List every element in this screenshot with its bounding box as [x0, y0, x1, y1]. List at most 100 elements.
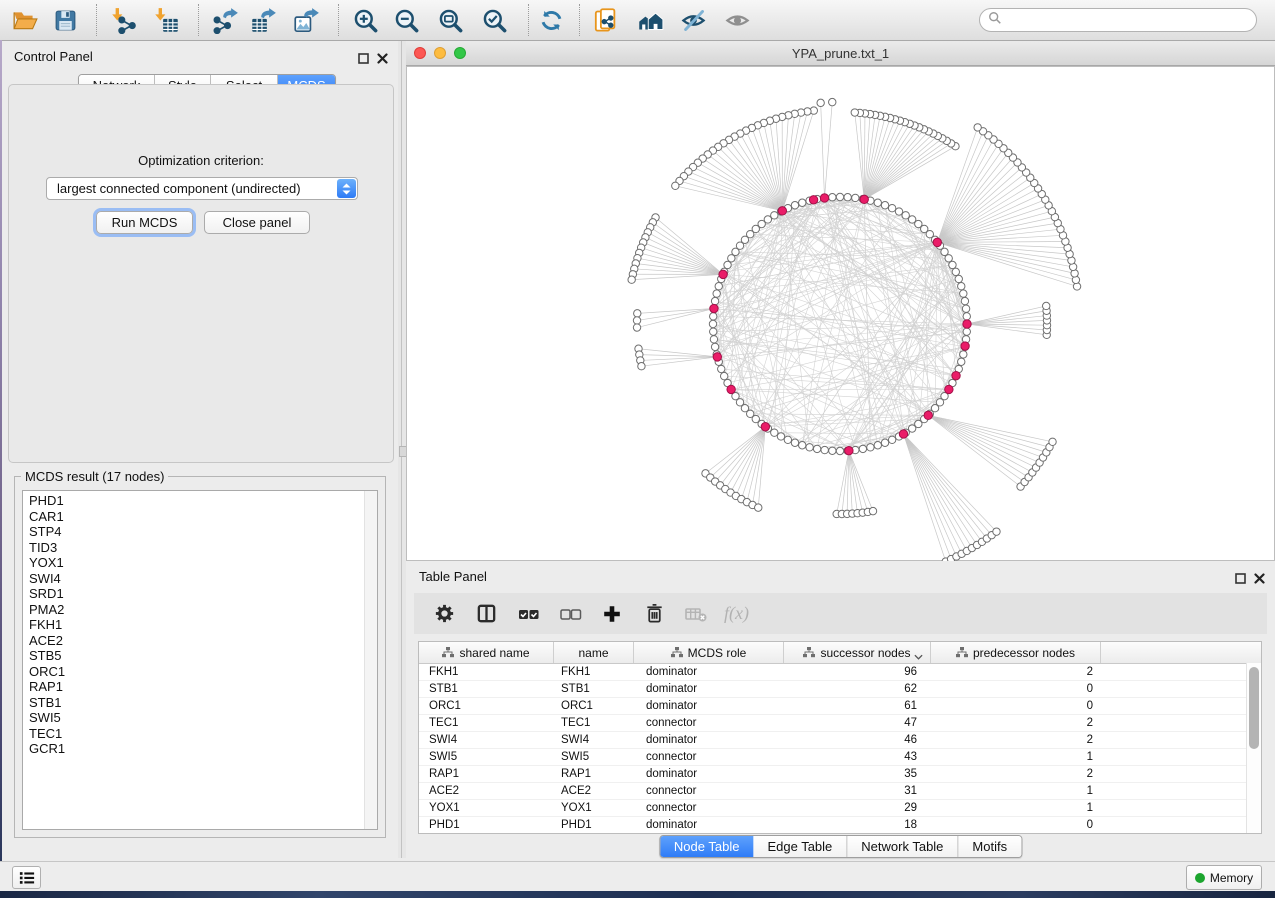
memory-label: Memory [1210, 871, 1253, 885]
table-panel-tabs: Node Table Edge Table Network Table Moti… [659, 835, 1022, 858]
network-titlebar[interactable]: YPA_prune.txt_1 [406, 41, 1275, 66]
table-row[interactable]: PHD1PHD1dominator180 [419, 817, 1261, 834]
table-row[interactable]: ORC1ORC1dominator610 [419, 698, 1261, 715]
home-icon[interactable] [633, 4, 667, 36]
table-row[interactable]: RAP1RAP1dominator352 [419, 766, 1261, 783]
table-settings-gear-icon[interactable] [430, 600, 458, 628]
zoom-in-icon[interactable] [348, 4, 382, 36]
vertical-splitter[interactable] [398, 41, 406, 858]
zoom-out-icon[interactable] [389, 4, 423, 36]
mcds-result-item[interactable]: STP4 [29, 524, 377, 540]
close-panel-icon[interactable] [377, 51, 388, 69]
table-row[interactable]: ACE2ACE2connector311 [419, 783, 1261, 800]
save-session-icon[interactable] [48, 4, 82, 36]
mcds-result-item[interactable]: SWI4 [29, 571, 377, 587]
task-history-button[interactable] [12, 866, 41, 889]
table-row[interactable]: TEC1TEC1connector472 [419, 715, 1261, 732]
mcds-result-item[interactable]: ACE2 [29, 633, 377, 649]
select-all-rows-icon[interactable] [514, 600, 542, 628]
table-scrollbar-thumb[interactable] [1249, 667, 1259, 749]
tab-node-table[interactable]: Node Table [660, 836, 754, 857]
float-panel-icon[interactable] [1235, 571, 1246, 589]
table-cell: 61 [784, 698, 931, 714]
tab-edge-table[interactable]: Edge Table [753, 836, 847, 857]
search-input[interactable] [1002, 12, 1256, 28]
shared-column-icon [956, 647, 968, 658]
table-cell: STB1 [554, 681, 634, 697]
search-box[interactable] [979, 8, 1257, 32]
network-title: YPA_prune.txt_1 [406, 46, 1275, 61]
mcds-result-item[interactable]: ORC1 [29, 664, 377, 680]
node-table-header: shared name name MCDS role successor nod… [419, 642, 1261, 664]
table-cell: dominator [634, 698, 784, 714]
mcds-result-item[interactable]: SWI5 [29, 710, 377, 726]
memory-button[interactable]: Memory [1186, 865, 1262, 890]
mcds-result-item[interactable]: YOX1 [29, 555, 377, 571]
table-row[interactable]: SWI4SWI4dominator462 [419, 732, 1261, 749]
column-header-mcds-role[interactable]: MCDS role [634, 642, 784, 663]
table-scrollbar-track[interactable] [1246, 663, 1261, 833]
table-cell: 1 [931, 749, 1101, 765]
column-header-predecessor-nodes[interactable]: predecessor nodes [931, 642, 1101, 663]
table-cell: SWI4 [554, 732, 634, 748]
table-cell: 35 [784, 766, 931, 782]
table-cell: PHD1 [554, 817, 634, 833]
network-canvas[interactable] [406, 66, 1275, 561]
tab-network-table[interactable]: Network Table [847, 836, 958, 857]
create-column-plus-icon[interactable] [598, 600, 626, 628]
import-network-icon[interactable] [106, 4, 140, 36]
table-row[interactable]: YOX1YOX1connector291 [419, 800, 1261, 817]
table-cell: dominator [634, 817, 784, 833]
deselect-all-rows-icon[interactable] [556, 600, 584, 628]
mcds-tab-pane: Optimization criterion: largest connecte… [8, 84, 394, 463]
refresh-layout-icon[interactable] [534, 4, 568, 36]
mcds-result-list[interactable]: PHD1CAR1STP4TID3YOX1SWI4SRD1PMA2FKH1ACE2… [22, 490, 378, 830]
table-cell: connector [634, 749, 784, 765]
zoom-selected-icon[interactable] [477, 4, 511, 36]
close-panel-icon[interactable] [1254, 571, 1265, 589]
hide-glasses-icon[interactable] [676, 4, 710, 36]
delete-column-trash-icon[interactable] [640, 600, 668, 628]
mcds-result-item[interactable]: STB5 [29, 648, 377, 664]
column-header-successor-nodes[interactable]: successor nodes [784, 642, 931, 663]
mcds-result-item[interactable]: PMA2 [29, 602, 377, 618]
run-mcds-button[interactable]: Run MCDS [96, 211, 193, 234]
show-eye-icon[interactable] [720, 4, 754, 36]
export-network-icon[interactable] [208, 4, 242, 36]
mcds-result-item[interactable]: GCR1 [29, 741, 377, 757]
table-cell: connector [634, 800, 784, 816]
show-columns-icon[interactable] [472, 600, 500, 628]
mcds-result-item[interactable]: SRD1 [29, 586, 377, 602]
mcds-result-item[interactable]: PHD1 [29, 493, 377, 509]
mcds-result-item[interactable]: STB1 [29, 695, 377, 711]
open-session-icon[interactable] [8, 4, 42, 36]
share-document-icon[interactable] [589, 4, 623, 36]
tab-motifs[interactable]: Motifs [958, 836, 1021, 857]
zoom-fit-icon[interactable] [433, 4, 467, 36]
mcds-result-item[interactable]: RAP1 [29, 679, 377, 695]
list-scrollbar-track[interactable] [364, 491, 377, 829]
network-graph[interactable] [407, 67, 1274, 561]
mcds-result-item[interactable]: TEC1 [29, 726, 377, 742]
close-panel-button[interactable]: Close panel [204, 211, 310, 234]
float-panel-icon[interactable] [358, 51, 369, 69]
mcds-result-item[interactable]: CAR1 [29, 509, 377, 525]
table-row[interactable]: SWI5SWI5connector431 [419, 749, 1261, 766]
export-image-icon[interactable] [289, 4, 323, 36]
column-header-shared-name[interactable]: shared name [419, 642, 554, 663]
table-cell: 2 [931, 732, 1101, 748]
table-cell: 31 [784, 783, 931, 799]
table-cell: connector [634, 783, 784, 799]
column-header-name[interactable]: name [554, 642, 634, 663]
table-row[interactable]: STB1STB1dominator620 [419, 681, 1261, 698]
criterion-dropdown[interactable]: largest connected component (undirected) [46, 177, 358, 200]
table-cell: 0 [931, 817, 1101, 833]
sort-descending-icon[interactable] [914, 649, 923, 663]
table-cell: 0 [931, 698, 1101, 714]
import-table-icon[interactable] [149, 4, 183, 36]
mcds-result-item[interactable]: TID3 [29, 540, 377, 556]
mcds-result-group: MCDS result (17 nodes) PHD1CAR1STP4TID3Y… [14, 469, 386, 838]
export-table-icon[interactable] [246, 4, 280, 36]
table-row[interactable]: FKH1FKH1dominator962 [419, 664, 1261, 681]
mcds-result-item[interactable]: FKH1 [29, 617, 377, 633]
